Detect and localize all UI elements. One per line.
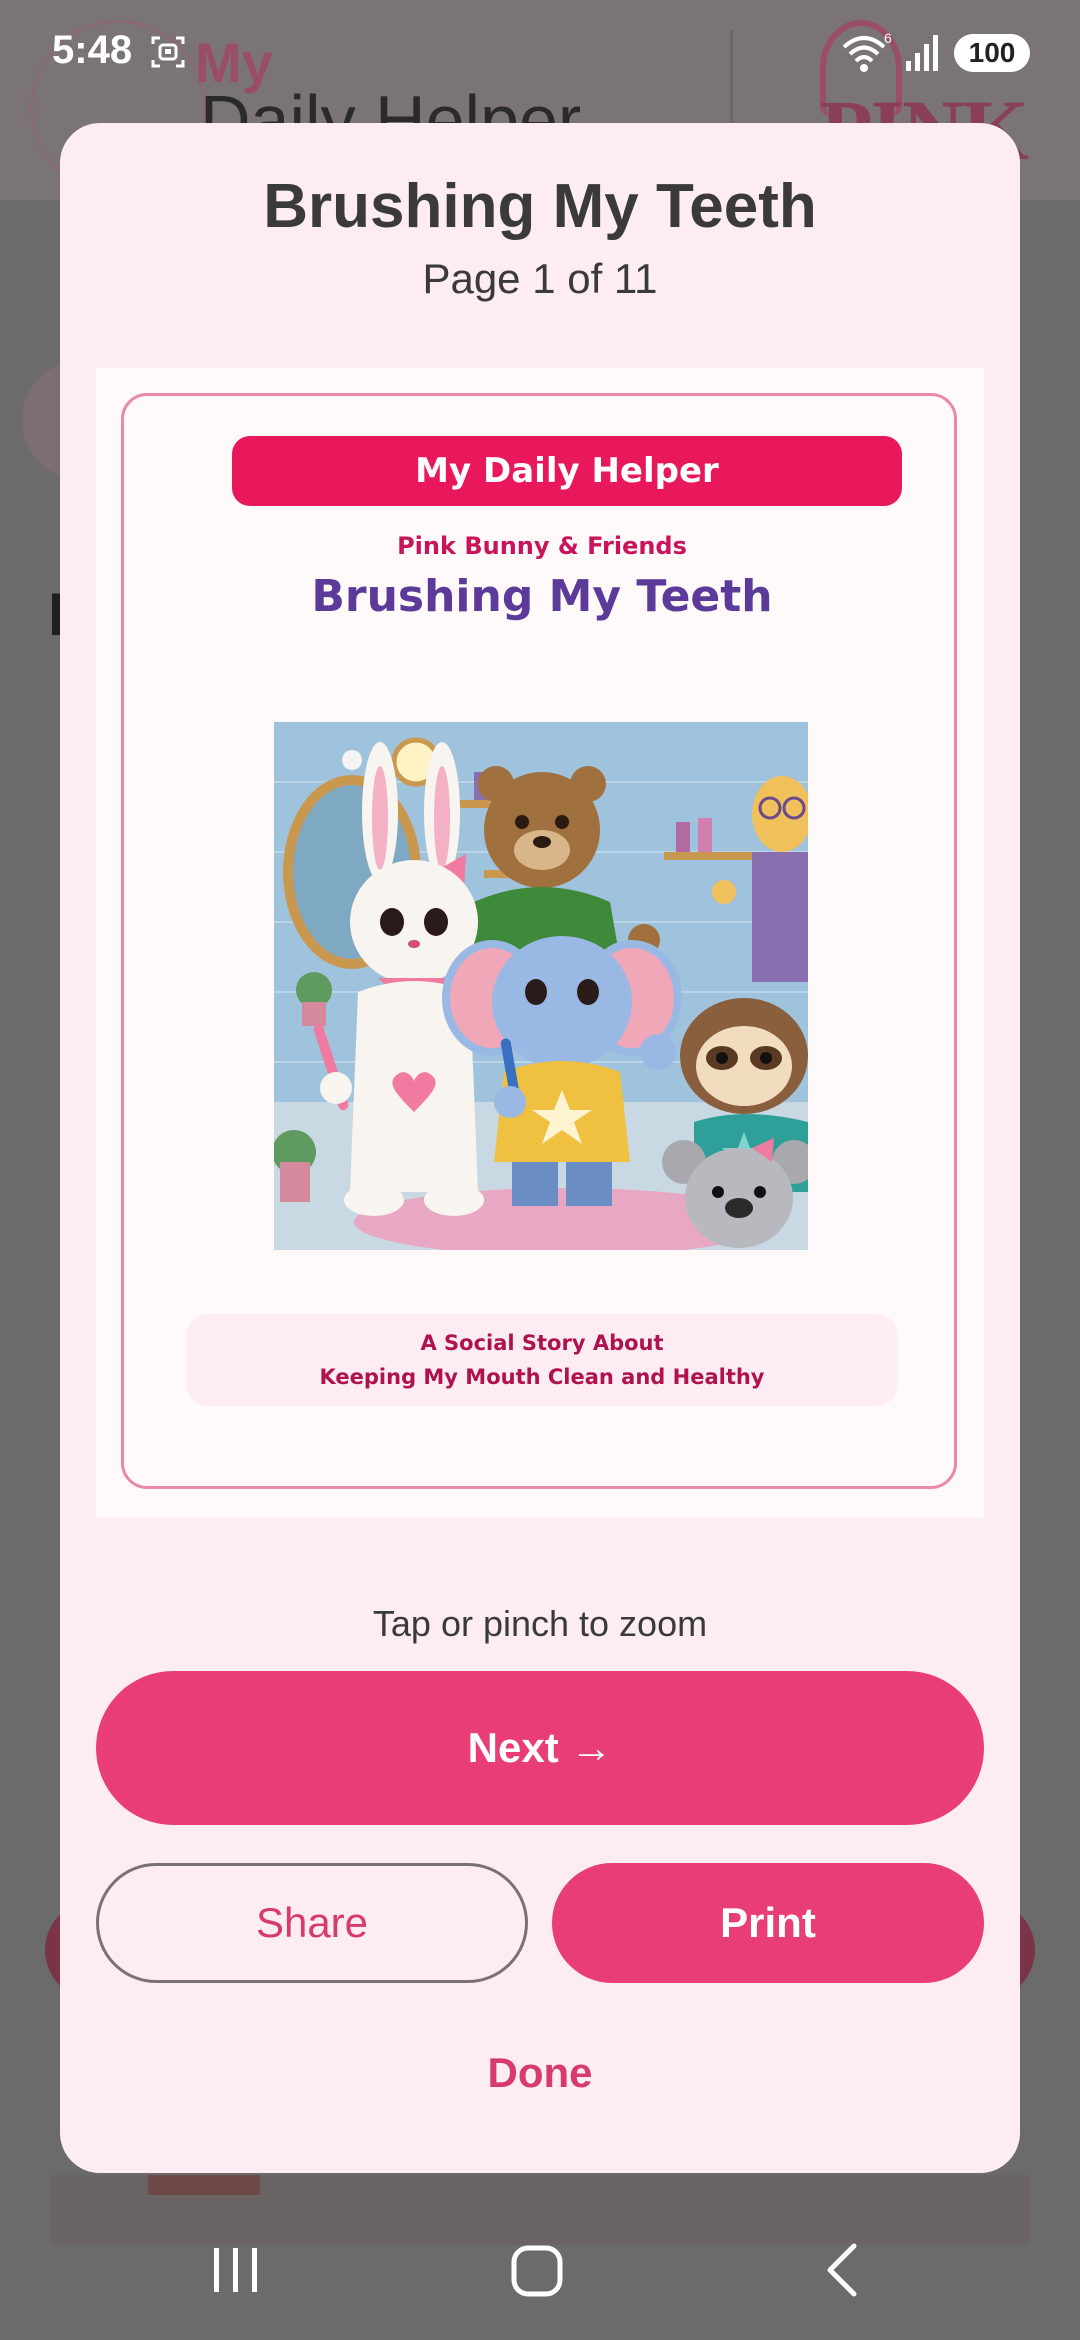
preview-frame: My Daily Helper Pink Bunny & Friends Bru… xyxy=(121,393,957,1489)
status-bar: 5:48 6 100 xyxy=(0,0,1080,110)
preview-kicker: Pink Bunny & Friends xyxy=(397,532,687,560)
cover-illustration xyxy=(274,722,808,1250)
wifi-icon: 6 xyxy=(842,31,892,72)
screenshot-icon xyxy=(151,36,185,68)
system-nav-bar xyxy=(0,2200,1080,2340)
signal-icon xyxy=(906,35,938,71)
next-button[interactable]: Next → xyxy=(96,1671,984,1825)
print-preview-dialog: Brushing My Teeth Page 1 of 11 My Daily … xyxy=(60,123,1020,2173)
share-button[interactable]: Share xyxy=(96,1863,528,1983)
background-list-thumbnail xyxy=(148,2175,260,2195)
zoom-hint: Tap or pinch to zoom xyxy=(372,1603,708,1644)
print-button[interactable]: Print xyxy=(552,1863,984,1983)
preview-banner: My Daily Helper xyxy=(232,436,902,506)
battery-indicator: 100 xyxy=(954,34,1030,72)
home-icon[interactable] xyxy=(508,2240,568,2300)
status-icons: 6 100 xyxy=(840,28,1030,78)
back-icon[interactable] xyxy=(818,2240,868,2300)
status-time: 5:48 xyxy=(52,28,133,72)
done-button[interactable]: Done xyxy=(390,2028,690,2118)
dialog-title: Brushing My Teeth xyxy=(263,172,817,241)
page-preview[interactable]: My Daily Helper Pink Bunny & Friends Bru… xyxy=(96,368,984,1518)
wifi-superscript: 6 xyxy=(884,31,892,46)
preview-title: Brushing My Teeth xyxy=(311,571,773,622)
caption-line-2: Keeping My Mouth Clean and Healthy xyxy=(319,1365,765,1389)
preview-caption: A Social Story About Keeping My Mouth Cl… xyxy=(186,1314,898,1406)
caption-line-1: A Social Story About xyxy=(420,1331,664,1355)
screen: My Daily Helper PINK I 5:48 6 xyxy=(0,0,1080,2340)
page-indicator: Page 1 of 11 xyxy=(422,255,658,302)
recents-icon[interactable] xyxy=(208,2240,264,2300)
